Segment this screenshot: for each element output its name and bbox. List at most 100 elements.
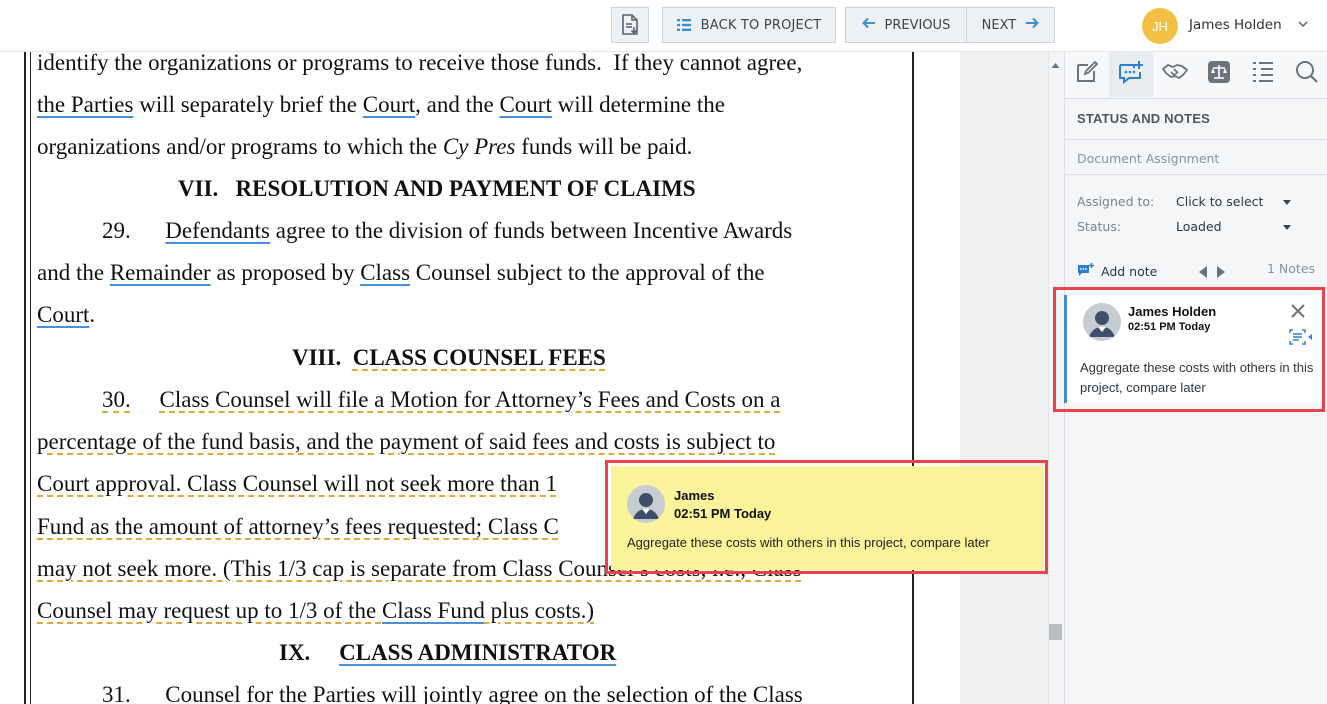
next-label: NEXT xyxy=(981,17,1017,33)
assigned-to-label: Assigned to: xyxy=(1077,194,1155,209)
document-line: identify the organizations or programs t… xyxy=(37,52,802,77)
add-comment-icon xyxy=(1077,262,1095,281)
outline-list-icon xyxy=(1251,61,1275,88)
list-icon xyxy=(676,19,691,31)
status-select[interactable]: Loaded xyxy=(1176,219,1222,234)
document-text-run: Counsel subject to the approval of the xyxy=(410,260,765,285)
tab-legal[interactable] xyxy=(1197,52,1241,97)
document-line: VIII. CLASS COUNSEL FEES xyxy=(292,344,606,372)
previous-label: PREVIOUS xyxy=(884,17,951,33)
page-margin xyxy=(960,52,1048,704)
status-label: Status: xyxy=(1077,219,1122,234)
document-text-run: Court approval. Class Counsel will not s… xyxy=(37,471,557,496)
document-text-run: , and the xyxy=(415,92,500,117)
document-text-run xyxy=(131,387,160,412)
user-name[interactable]: James Holden xyxy=(1189,17,1282,33)
document-navigation: PREVIOUS NEXT xyxy=(845,7,1055,43)
scrollbar-thumb[interactable] xyxy=(1049,624,1062,640)
add-note-button[interactable]: Add note xyxy=(1077,262,1157,281)
arrow-left-icon xyxy=(861,17,876,33)
document-text-run: and the xyxy=(37,260,110,285)
document-line: percentage of the fund basis, and the pa… xyxy=(37,428,775,456)
document-line: Court approval. Class Counsel will not s… xyxy=(37,470,557,498)
document-text-run: will determine the xyxy=(551,92,725,117)
caret-down-icon[interactable] xyxy=(1283,225,1291,230)
document-text-run: Defendants xyxy=(165,218,270,243)
panel-tabs xyxy=(1065,52,1327,99)
document-text-run: Remainder xyxy=(109,260,211,285)
page-border-left-inner xyxy=(30,52,31,704)
document-text-run: funds will be paid. xyxy=(515,134,693,159)
document-text-run: 31. Counsel for the Parties will jointly… xyxy=(102,682,803,704)
document-text-run: 29. xyxy=(102,218,166,243)
back-to-project-label: BACK TO PROJECT xyxy=(700,17,822,33)
document-text-run: plus costs.) xyxy=(484,598,595,623)
top-toolbar: BACK TO PROJECT PREVIOUS NEXT JH James H… xyxy=(0,0,1327,52)
add-comment-icon xyxy=(1118,60,1144,89)
document-text-run: . xyxy=(89,302,96,327)
document-text-run: VII. RESOLUTION AND PAYMENT OF CLAIMS xyxy=(178,176,696,201)
document-text-run: CLASS ADMINISTRATOR xyxy=(339,640,617,665)
document-text-run: Court xyxy=(362,92,416,117)
handshake-icon xyxy=(1161,61,1189,88)
tab-edit[interactable] xyxy=(1065,52,1109,97)
document-download-icon xyxy=(620,14,640,36)
document-text-run: VIII. xyxy=(292,345,353,370)
chevron-down-icon[interactable] xyxy=(1297,16,1309,34)
user-avatar[interactable]: JH xyxy=(1142,8,1178,44)
document-text-run: 30. xyxy=(102,387,131,412)
document-text-run: IX. xyxy=(279,640,340,665)
divider xyxy=(1065,139,1327,140)
document-line: VII. RESOLUTION AND PAYMENT OF CLAIMS xyxy=(178,175,696,203)
document-line: Court. xyxy=(37,301,95,329)
document-text-run: Fund as the amount of attorney’s fees re… xyxy=(37,514,559,539)
highlight-box xyxy=(1053,287,1325,412)
document-text-run: as proposed by xyxy=(210,260,361,285)
document-text-run: organizations and/or programs to which t… xyxy=(37,134,443,159)
caret-down-icon[interactable] xyxy=(1283,200,1291,205)
document-line: 29. Defendants agree to the division of … xyxy=(102,217,792,245)
document-text-run: Counsel may request up to 1/3 of the xyxy=(37,598,382,623)
search-icon xyxy=(1295,60,1319,89)
document-line: 31. Counsel for the Parties will jointly… xyxy=(102,681,803,704)
document-text-run: identify the organizations or programs t… xyxy=(37,52,803,75)
document-line: organizations and/or programs to which t… xyxy=(37,133,692,161)
tab-outline[interactable] xyxy=(1241,52,1285,97)
assigned-to-select[interactable]: Click to select xyxy=(1176,194,1263,209)
document-line: 30. Class Counsel will file a Motion for… xyxy=(102,386,780,414)
highlight-box xyxy=(605,460,1048,574)
caret-left-icon[interactable] xyxy=(1198,265,1208,284)
document-text-run: Class Fund xyxy=(381,598,485,623)
edit-icon xyxy=(1075,60,1099,89)
document-actions-button[interactable] xyxy=(611,7,649,43)
section-title: STATUS AND NOTES xyxy=(1077,111,1210,126)
document-line: Fund as the amount of attorney’s fees re… xyxy=(37,513,559,541)
divider xyxy=(1065,174,1327,175)
arrow-right-icon xyxy=(1025,17,1040,33)
scales-icon xyxy=(1207,60,1231,89)
tab-search[interactable] xyxy=(1285,52,1327,97)
document-text-run: Class xyxy=(360,260,411,285)
document-line: IX. CLASS ADMINISTRATOR xyxy=(279,639,616,667)
page-border-right xyxy=(912,52,914,704)
document-text-run: percentage of the fund basis, and the pa… xyxy=(37,429,776,454)
previous-button[interactable]: PREVIOUS xyxy=(846,8,967,42)
next-button[interactable]: NEXT xyxy=(967,8,1054,42)
document-text-run: Court xyxy=(499,92,552,117)
document-text-run: CLASS COUNSEL FEES xyxy=(352,345,606,370)
document-text-run: Cy Pres xyxy=(442,134,516,159)
document-line: Counsel may request up to 1/3 of the Cla… xyxy=(37,597,594,625)
add-note-label: Add note xyxy=(1101,264,1158,279)
notes-count: 1 Notes xyxy=(1267,261,1316,276)
tab-handshake[interactable] xyxy=(1153,52,1197,97)
page-border-left xyxy=(24,52,26,704)
back-to-project-button[interactable]: BACK TO PROJECT xyxy=(662,7,836,43)
note-pager xyxy=(1198,265,1226,284)
document-line: and the Remainder as proposed by Class C… xyxy=(37,259,765,287)
scroll-up-icon[interactable] xyxy=(1051,56,1060,74)
document-text-run: the Parties xyxy=(37,92,134,117)
document-line: the Parties will separately brief the Co… xyxy=(37,91,725,119)
document-text-run: will separately brief the xyxy=(133,92,363,117)
tab-notes[interactable] xyxy=(1109,52,1153,97)
caret-right-icon[interactable] xyxy=(1216,265,1226,284)
